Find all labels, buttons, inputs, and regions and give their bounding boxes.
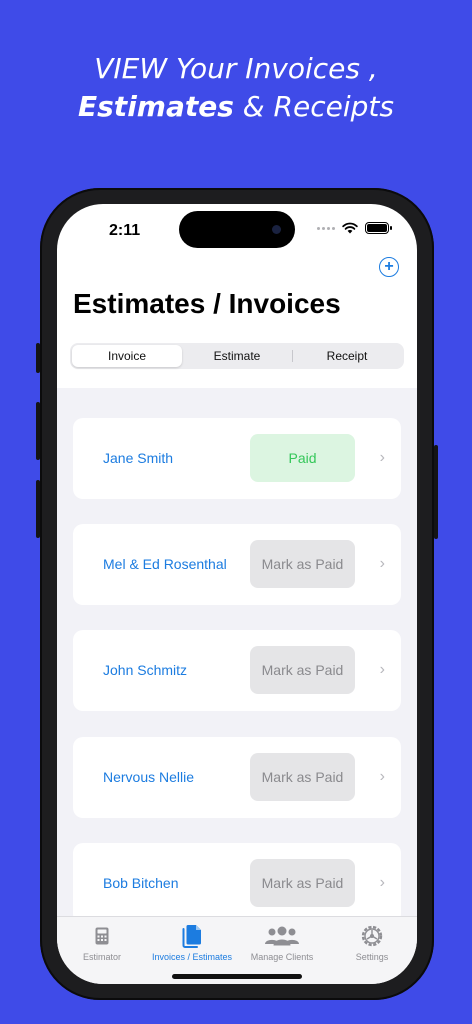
list-item[interactable]: Mel & Ed Rosenthal Mark as Paid › (73, 524, 401, 605)
phone-action-button (36, 343, 40, 373)
app-screen: 2:11 + Estimates / Invoices Invoice Esti… (57, 204, 417, 984)
client-name: Bob Bitchen (103, 875, 179, 891)
wifi-icon (342, 222, 358, 234)
gear-icon (361, 925, 383, 947)
phone-volume-down-button (36, 480, 40, 538)
segment-receipt[interactable]: Receipt (292, 345, 402, 367)
chevron-right-icon: › (379, 661, 385, 678)
tab-label: Estimator (82, 952, 121, 962)
tab-label: Manage Clients (250, 952, 314, 962)
page-title: Estimates / Invoices (73, 288, 341, 319)
tab-label: Settings (355, 952, 389, 962)
headline-bold-word: Estimates (78, 90, 234, 123)
chevron-right-icon: › (379, 768, 385, 785)
list-item[interactable]: Jane Smith Paid › (73, 418, 401, 499)
document-type-segmented-control: Invoice Estimate Receipt (70, 343, 404, 369)
promo-headline: VIEW Your Invoices , Estimates & Receipt… (0, 50, 472, 126)
segment-invoice[interactable]: Invoice (72, 345, 182, 367)
tab-estimator[interactable]: Estimator (57, 917, 147, 984)
people-icon (265, 926, 299, 946)
status-time: 2:11 (109, 222, 141, 239)
client-name: Jane Smith (103, 450, 174, 466)
headline-line-1: VIEW Your Invoices , (94, 52, 378, 85)
dynamic-island (179, 211, 295, 248)
client-name: Nervous Nellie (103, 769, 195, 785)
battery-icon (365, 222, 392, 234)
client-name: John Schmitz (103, 662, 188, 678)
chevron-right-icon: › (379, 449, 385, 466)
list-item[interactable]: John Schmitz Mark as Paid › (73, 630, 401, 711)
mark-as-paid-button[interactable]: Mark as Paid (250, 540, 355, 588)
tab-settings[interactable]: Settings (327, 917, 417, 984)
headline-rest: & Receipts (233, 90, 394, 123)
mark-as-paid-button[interactable]: Mark as Paid (250, 859, 355, 907)
list-item[interactable]: Bob Bitchen Mark as Paid › (73, 843, 401, 924)
client-name: Mel & Ed Rosenthal (103, 556, 227, 572)
chevron-right-icon: › (379, 555, 385, 572)
status-indicators (317, 222, 392, 234)
signal-icon (317, 226, 335, 230)
tab-label: Invoices / Estimates (151, 952, 233, 962)
list-item[interactable]: Nervous Nellie Mark as Paid › (73, 737, 401, 818)
plus-circle-icon[interactable]: + (379, 257, 399, 277)
documents-icon (182, 925, 201, 948)
phone-volume-up-button (36, 402, 40, 460)
headline-line-2: Estimates & Receipts (0, 88, 472, 126)
paid-status-badge[interactable]: Paid (250, 434, 355, 482)
segment-estimate[interactable]: Estimate (182, 345, 292, 367)
camera-icon (272, 225, 281, 234)
mark-as-paid-button[interactable]: Mark as Paid (250, 753, 355, 801)
invoice-list: Jane Smith Paid › Mel & Ed Rosenthal Mar… (57, 388, 417, 924)
home-indicator (172, 974, 302, 979)
mark-as-paid-button[interactable]: Mark as Paid (250, 646, 355, 694)
calculator-icon (95, 927, 109, 945)
chevron-right-icon: › (379, 874, 385, 891)
phone-power-button (434, 445, 438, 539)
